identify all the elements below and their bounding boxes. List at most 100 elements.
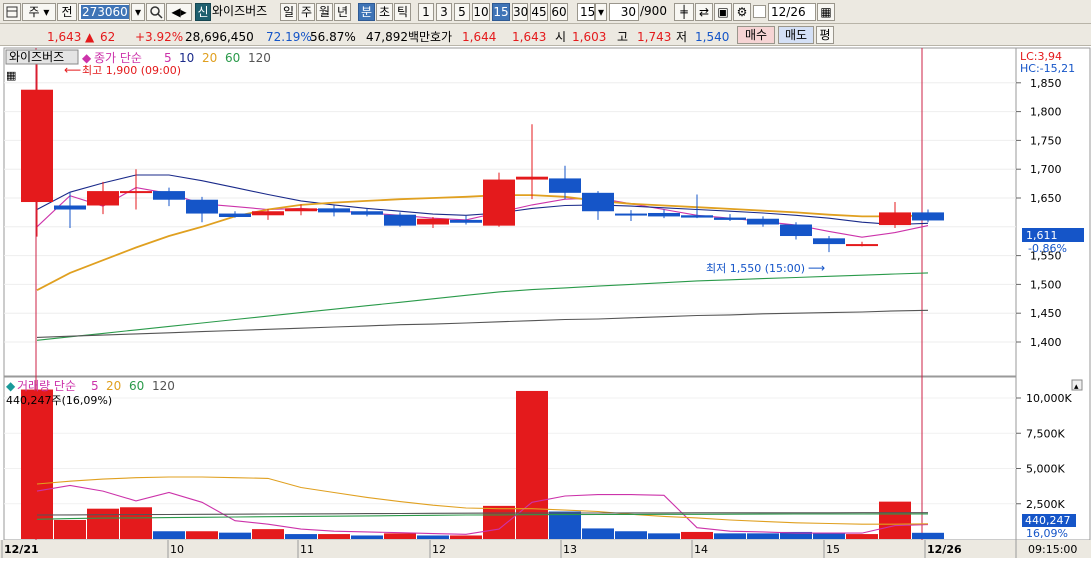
volume-legend-ma-label: 120	[152, 379, 175, 393]
price-legend-title: 종가 단순	[94, 51, 142, 65]
candle-body	[615, 213, 647, 216]
candle-body	[450, 219, 482, 223]
period-6-button[interactable]: 틱	[394, 3, 411, 21]
volume-tick-label: 10,000K	[1026, 392, 1072, 405]
sound-icon[interactable]: ◀▸	[166, 3, 192, 21]
volume-info: 440,247주(16,09%)	[6, 394, 112, 407]
high-value: 1,743	[637, 30, 672, 44]
scroll-grid-icon[interactable]: ▦	[6, 69, 16, 82]
volume-bar	[747, 533, 779, 539]
market-select[interactable]: 주 ▾	[22, 3, 56, 21]
volume-bar	[846, 534, 878, 539]
interval-5-button[interactable]: 5	[454, 3, 470, 21]
quote-bar: 1,643 ▲ 62 +3.92% 28,696,450 72.19% 56.8…	[0, 24, 1091, 46]
code-input[interactable]: 273060	[78, 3, 130, 21]
interval-10-button[interactable]: 10	[472, 3, 490, 21]
interval-45-button[interactable]: 45	[530, 3, 548, 21]
bid1-value: 1,644	[462, 30, 497, 44]
interval-select-value: 15	[580, 5, 596, 19]
save-icon[interactable]: ▣	[714, 3, 732, 21]
volume-bar	[483, 505, 515, 539]
price-tick-label: 1,650	[1030, 192, 1062, 205]
candle-body	[87, 191, 119, 206]
calendar-icon[interactable]: ▦	[817, 3, 835, 21]
price-tick-label: 1,400	[1030, 336, 1062, 349]
period-3-button[interactable]: 년	[334, 3, 351, 21]
market-select-label: 주	[28, 5, 40, 19]
date-input[interactable]: 12/26	[768, 3, 816, 21]
volume-bar	[714, 533, 746, 539]
interval-60-button[interactable]: 60	[550, 3, 568, 21]
candle-body	[252, 211, 284, 216]
candle-body	[21, 89, 53, 203]
sell-button[interactable]: 매도	[778, 26, 814, 44]
interval-1-button[interactable]: 1	[418, 3, 434, 21]
price-legend-ma-label: 60	[225, 51, 240, 65]
ratio1-value: 72.19%	[266, 30, 312, 44]
search-icon[interactable]	[146, 3, 165, 21]
candle-body	[813, 238, 845, 245]
candle-body	[483, 179, 515, 226]
compare-icon[interactable]: ⇄	[695, 3, 713, 21]
volume-bar	[252, 529, 284, 539]
period-4-button[interactable]: 분	[358, 3, 375, 21]
candle-body	[186, 199, 218, 214]
volume-bar	[318, 534, 350, 539]
candle-body	[516, 176, 548, 180]
candle-body	[912, 212, 944, 221]
volume-bar	[879, 501, 911, 539]
period-2-button[interactable]: 월	[316, 3, 333, 21]
candle-body	[879, 212, 911, 226]
volume-bar	[186, 531, 218, 539]
eval-button[interactable]: 평	[816, 26, 834, 44]
interval-15-button[interactable]: 15	[492, 3, 510, 21]
jeon-button[interactable]: 전	[57, 3, 77, 21]
current-volume-pct: 16,09%	[1026, 527, 1068, 540]
interval-30-button[interactable]: 30	[512, 3, 528, 21]
price-name-tag: 와이즈버즈	[9, 50, 64, 64]
volume-bar	[549, 511, 581, 539]
x-axis-label: 12/26	[927, 543, 962, 556]
open-label: 시	[555, 30, 567, 44]
interval-select[interactable]: 15	[577, 3, 595, 21]
change-pct: +3.92%	[135, 30, 184, 44]
high-label: 고	[617, 30, 629, 44]
volume-bar	[54, 519, 86, 539]
volume-bar	[87, 508, 119, 539]
period-0-button[interactable]: 일	[280, 3, 297, 21]
settings-gear-icon[interactable]: ⚙	[733, 3, 751, 21]
hc-label: HC:-15,21	[1020, 62, 1075, 75]
volume-tick-label: 2,500K	[1026, 498, 1065, 511]
volume-bar	[285, 534, 317, 539]
candle-body	[384, 214, 416, 226]
period-1-button[interactable]: 주	[298, 3, 315, 21]
volume-legend-ma-label: 5	[91, 379, 99, 393]
x-axis-label: 11	[300, 543, 314, 556]
candle-type-icon[interactable]: ╪	[674, 3, 694, 21]
x-axis-label: 12	[432, 543, 446, 556]
low-arrow-icon: ⟶	[808, 261, 825, 275]
change-value: 62	[100, 30, 116, 44]
candle-body	[681, 215, 713, 218]
chart-svg[interactable]: 1,8501,8001,7501,7001,6501,5501,5001,450…	[0, 46, 1091, 558]
x-axis-label: 12/21	[4, 543, 39, 556]
volume-legend-title: 거래량 단순	[17, 379, 76, 393]
volume-bar	[351, 535, 383, 539]
volume-bar	[450, 535, 482, 539]
price-tick-label: 1,500	[1030, 278, 1062, 291]
candle-body	[417, 218, 449, 225]
volume-bar	[516, 390, 548, 539]
price-legend-ma-label: 20	[202, 51, 217, 65]
bid2-value: 1,643	[512, 30, 547, 44]
date-checkbox[interactable]	[753, 5, 766, 18]
interval-3-button[interactable]: 3	[436, 3, 452, 21]
buy-button[interactable]: 매수	[737, 26, 775, 44]
chart-menu-icon[interactable]	[3, 3, 21, 21]
candle-body	[153, 191, 185, 200]
interval-dropdown-icon[interactable]: ▾	[595, 3, 607, 21]
code-dropdown-icon[interactable]: ▾	[131, 3, 145, 21]
price-legend-ma-label: 120	[248, 51, 271, 65]
count-input[interactable]: 30	[609, 3, 639, 21]
period-5-button[interactable]: 초	[376, 3, 393, 21]
volume-bar	[582, 528, 614, 539]
